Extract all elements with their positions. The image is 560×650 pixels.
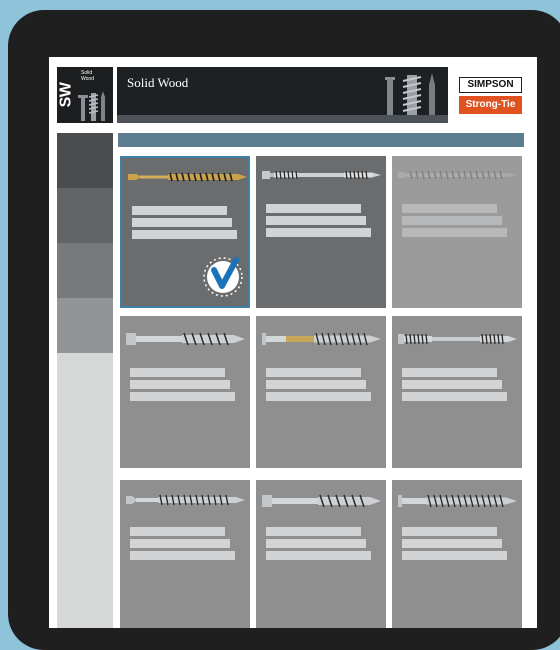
washer-head-screw-icon [398,494,517,508]
card-text-line [266,228,371,237]
card-text-line [402,527,497,536]
card-text-line [130,380,230,389]
sidebar-tab-3[interactable] [57,243,113,298]
brand-logo: SIMPSON Strong-Tie [459,77,522,117]
card-text-line [132,230,237,239]
product-card[interactable] [392,316,522,468]
card-text-line [402,204,497,213]
brand-line2: Strong-Tie [459,96,522,114]
card-text-line [402,539,502,548]
hex-head-lag-screw-icon [126,332,245,346]
status-bar [118,133,524,147]
checkmark-badge-icon [203,257,243,297]
card-text-line [266,380,366,389]
banner-strip [117,115,448,123]
product-card[interactable] [120,480,250,628]
sidebar-tab-4[interactable] [57,298,113,353]
card-text-line [266,539,366,548]
card-text-line [402,228,507,237]
wafer-head-screw-icon [128,172,247,182]
product-card[interactable] [392,480,522,628]
long-hex-screw-icon [398,333,517,345]
card-text-line [266,392,371,401]
card-text-line [402,380,502,389]
card-text-line [266,216,366,225]
card-text-line [402,392,507,401]
product-card[interactable] [256,480,386,628]
flat-head-screw-icon [398,170,517,180]
card-text-line [132,218,232,227]
product-card[interactable] [256,156,386,308]
product-card[interactable] [392,156,522,308]
header-banner: Solid Wood [117,67,448,123]
card-text-line [266,551,371,560]
card-text-line [266,204,361,213]
card-text-line [130,539,230,548]
card-text-line [402,216,502,225]
card-text-line [132,206,227,215]
card-text-line [266,527,361,536]
tablet-frame: SW Solid Wood Solid Wood SIMPSON Strong-… [8,10,560,650]
product-card[interactable] [120,156,250,308]
app-logo[interactable]: SW Solid Wood [57,67,113,123]
sidebar-tab-2[interactable] [57,188,113,243]
washer-head-screw-icon [262,332,381,346]
sidebar [57,133,113,628]
app-screen: SW Solid Wood Solid Wood SIMPSON Strong-… [49,57,537,628]
product-card[interactable] [120,316,250,468]
card-text-line [402,551,507,560]
card-text-line [130,551,235,560]
card-text-line [130,527,225,536]
hex-head-screw-icon [262,170,381,180]
brand-line1: SIMPSON [459,77,522,93]
card-text-line [130,368,225,377]
product-card[interactable] [256,316,386,468]
card-text-line [402,368,497,377]
card-text-line [130,392,235,401]
card-text-line [266,368,361,377]
flat-head-screw-icon [126,494,245,506]
sidebar-tab-1[interactable] [57,133,113,188]
screw-logo-icon [78,91,105,121]
hex-head-lag-screw-icon [262,494,381,508]
